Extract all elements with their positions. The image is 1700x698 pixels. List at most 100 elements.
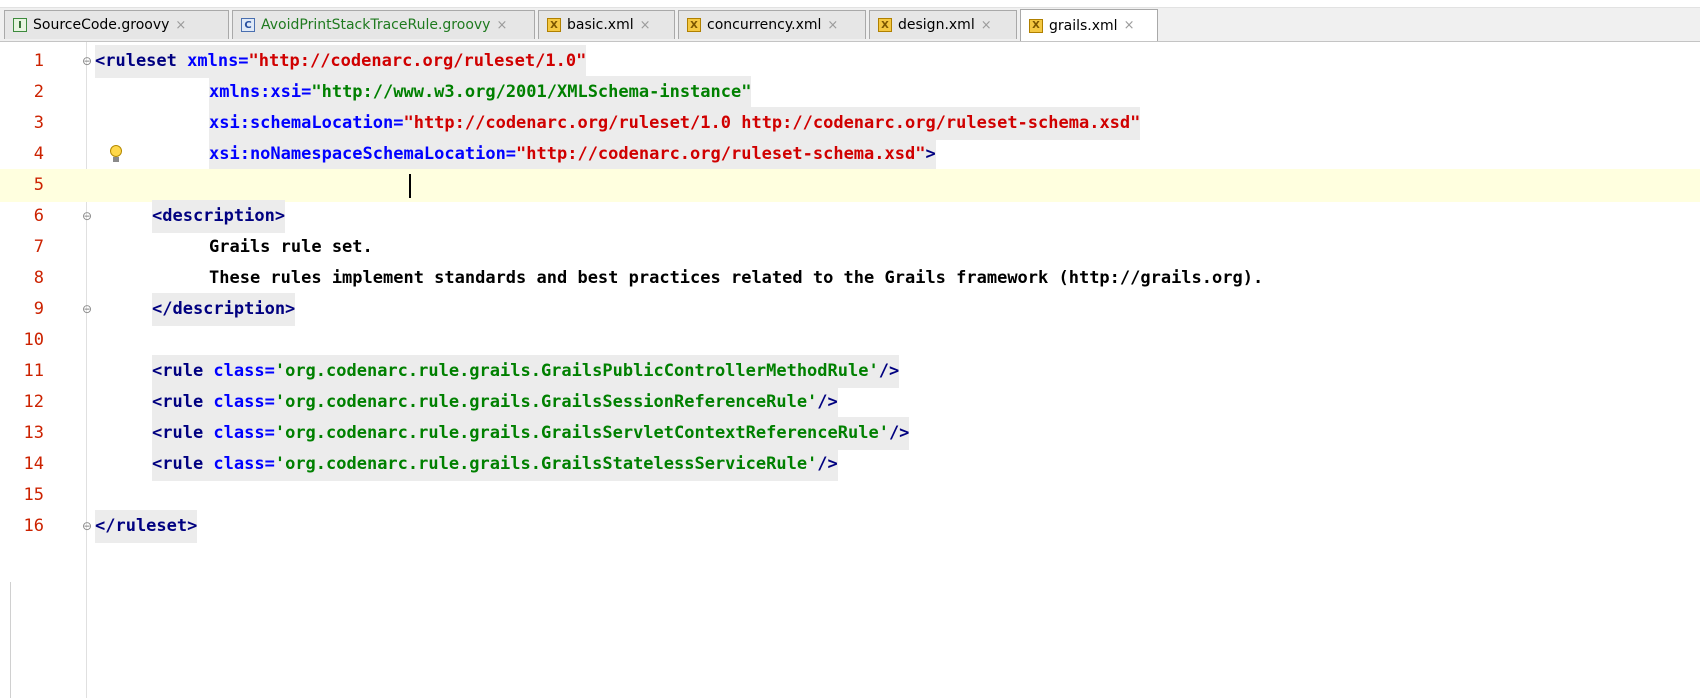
xml-attribute: xsi:schemaLocation= xyxy=(209,113,404,133)
xml-attribute: xsi:noNamespaceSchemaLocation= xyxy=(209,144,517,164)
code-text: </description> xyxy=(152,293,296,326)
line-number: 7 xyxy=(33,237,44,257)
tab-label: AvoidPrintStackTraceRule.groovy xyxy=(261,17,491,33)
code-text: <rule class='org.codenarc.rule.grails.Gr… xyxy=(152,417,910,450)
code-line-4[interactable]: 4 xsi:noNamespaceSchemaLocation="http://… xyxy=(0,138,1700,171)
close-icon[interactable]: × xyxy=(827,18,838,33)
line-number: 12 xyxy=(23,392,44,412)
xml-tag: <ruleset xyxy=(95,51,188,71)
close-icon[interactable]: × xyxy=(496,18,507,33)
fold-close-icon[interactable]: ⊖ xyxy=(82,519,94,533)
xml-attribute-value: 'org.codenarc.rule.grails.GrailsServletC… xyxy=(274,423,889,443)
groovy-file-icon: I xyxy=(13,18,27,32)
close-icon[interactable]: × xyxy=(981,18,992,33)
xml-text: Grails rule set. xyxy=(209,237,373,257)
gutter-edge xyxy=(0,582,11,698)
line-number: 14 xyxy=(23,454,44,474)
tab-basic-xml[interactable]: X basic.xml × xyxy=(538,10,675,39)
tab-label: basic.xml xyxy=(567,17,634,33)
line-number: 2 xyxy=(33,82,44,102)
xml-tag: /> xyxy=(878,361,900,381)
line-number: 9 xyxy=(33,299,44,319)
line-number: 3 xyxy=(33,113,44,133)
code-line-7[interactable]: 7 Grails rule set. xyxy=(0,231,1700,264)
tab-label: concurrency.xml xyxy=(707,17,822,33)
xml-tag: /> xyxy=(817,392,838,412)
xml-attribute: class= xyxy=(213,392,275,412)
code-text: <rule class='org.codenarc.rule.grails.Gr… xyxy=(152,448,838,481)
xml-attribute-value: 'org.codenarc.rule.grails.GrailsPublicCo… xyxy=(274,361,879,381)
tab-label: design.xml xyxy=(898,17,975,33)
code-line-9[interactable]: 9 ⊖ </description> xyxy=(0,293,1700,326)
xml-tag: > xyxy=(925,144,936,164)
code-line-11[interactable]: 11 <rule class='org.codenarc.rule.grails… xyxy=(0,355,1700,388)
line-number: 16 xyxy=(23,516,44,536)
tab-design-xml[interactable]: X design.xml × xyxy=(869,10,1017,39)
xml-attribute: xmlns:xsi= xyxy=(209,82,312,102)
code-line-15[interactable]: 15 xyxy=(0,479,1700,512)
xml-tag: </ruleset> xyxy=(95,516,198,536)
code-text: xmlns:xsi="http://www.w3.org/2001/XMLSch… xyxy=(209,76,752,109)
xml-tag: <rule xyxy=(152,361,214,381)
tab-avoidprintstacktracerule-groovy[interactable]: C AvoidPrintStackTraceRule.groovy × xyxy=(232,10,535,39)
code-line-10[interactable]: 10 xyxy=(0,324,1700,357)
code-line-12[interactable]: 12 <rule class='org.codenarc.rule.grails… xyxy=(0,386,1700,419)
code-text: xsi:noNamespaceSchemaLocation="http://co… xyxy=(209,138,936,171)
lightbulb-icon[interactable] xyxy=(108,145,124,163)
code-text: <rule class='org.codenarc.rule.grails.Gr… xyxy=(152,355,900,388)
xml-tag: </description> xyxy=(152,299,296,319)
code-line-3[interactable]: 3 xsi:schemaLocation="http://codenarc.or… xyxy=(0,107,1700,140)
code-line-2[interactable]: 2 xmlns:xsi="http://www.w3.org/2001/XMLS… xyxy=(0,76,1700,109)
xml-file-icon: X xyxy=(1029,18,1043,33)
line-number: 5 xyxy=(33,175,44,195)
xml-file-icon: X xyxy=(547,18,561,32)
xml-tag: /> xyxy=(888,423,910,443)
xml-attribute: class= xyxy=(213,361,275,381)
code-text: These rules implement standards and best… xyxy=(209,262,1263,295)
xml-file-icon: X xyxy=(878,18,892,32)
code-line-8[interactable]: 8 These rules implement standards and be… xyxy=(0,262,1700,295)
window-top-border xyxy=(0,0,1700,8)
xml-tag: /> xyxy=(817,454,838,474)
xml-attribute-value: 'org.codenarc.rule.grails.GrailsSessionR… xyxy=(274,392,818,412)
code-text: <ruleset xmlns="http://codenarc.org/rule… xyxy=(95,45,587,78)
code-text: </ruleset> xyxy=(95,510,198,543)
line-number: 8 xyxy=(33,268,44,288)
line-number: 15 xyxy=(23,485,44,505)
close-icon[interactable]: × xyxy=(175,18,186,33)
line-number: 4 xyxy=(33,144,44,164)
tab-label: SourceCode.groovy xyxy=(33,17,170,33)
xml-attribute-value: "http://codenarc.org/ruleset-schema.xsd" xyxy=(516,144,926,164)
text-caret xyxy=(409,174,411,198)
tab-concurrency-xml[interactable]: X concurrency.xml × xyxy=(678,10,866,39)
tab-label: grails.xml xyxy=(1049,17,1118,34)
code-line-13[interactable]: 13 <rule class='org.codenarc.rule.grails… xyxy=(0,417,1700,450)
groovy-class-icon: C xyxy=(241,18,255,32)
code-line-16[interactable]: 16 ⊖ </ruleset> xyxy=(0,510,1700,543)
code-line-1[interactable]: 1 ⊖ <ruleset xmlns="http://codenarc.org/… xyxy=(0,45,1700,78)
code-line-5[interactable]: 5 xyxy=(0,169,1700,202)
fold-open-icon[interactable]: ⊖ xyxy=(82,209,94,223)
tab-grails-xml[interactable]: X grails.xml × xyxy=(1020,9,1158,41)
xml-text: These rules implement standards and best… xyxy=(209,268,1264,288)
line-number: 11 xyxy=(23,361,44,381)
xml-attribute-value: "http://codenarc.org/ruleset/1.0 http://… xyxy=(403,113,1141,133)
xml-tag: <rule xyxy=(152,423,214,443)
code-text: <description> xyxy=(152,200,286,233)
tab-sourcecode-groovy[interactable]: I SourceCode.groovy × xyxy=(4,10,229,39)
fold-close-icon[interactable]: ⊖ xyxy=(82,302,94,316)
code-line-14[interactable]: 14 <rule class='org.codenarc.rule.grails… xyxy=(0,448,1700,481)
editor-tab-bar: I SourceCode.groovy × C AvoidPrintStackT… xyxy=(0,8,1700,42)
line-number: 10 xyxy=(23,330,44,350)
fold-open-icon[interactable]: ⊖ xyxy=(82,54,94,68)
code-editor[interactable]: 1 ⊖ <ruleset xmlns="http://codenarc.org/… xyxy=(0,42,1700,698)
line-number: 1 xyxy=(33,51,44,71)
close-icon[interactable]: × xyxy=(1124,18,1135,33)
close-icon[interactable]: × xyxy=(640,18,651,33)
xml-file-icon: X xyxy=(687,18,701,32)
code-text: xsi:schemaLocation="http://codenarc.org/… xyxy=(209,107,1141,140)
code-line-6[interactable]: 6 ⊖ <description> xyxy=(0,200,1700,233)
xml-tag: <description> xyxy=(152,206,286,226)
xml-attribute-value: "http://www.w3.org/2001/XMLSchema-instan… xyxy=(311,82,752,102)
xml-attribute: xmlns= xyxy=(187,51,249,71)
